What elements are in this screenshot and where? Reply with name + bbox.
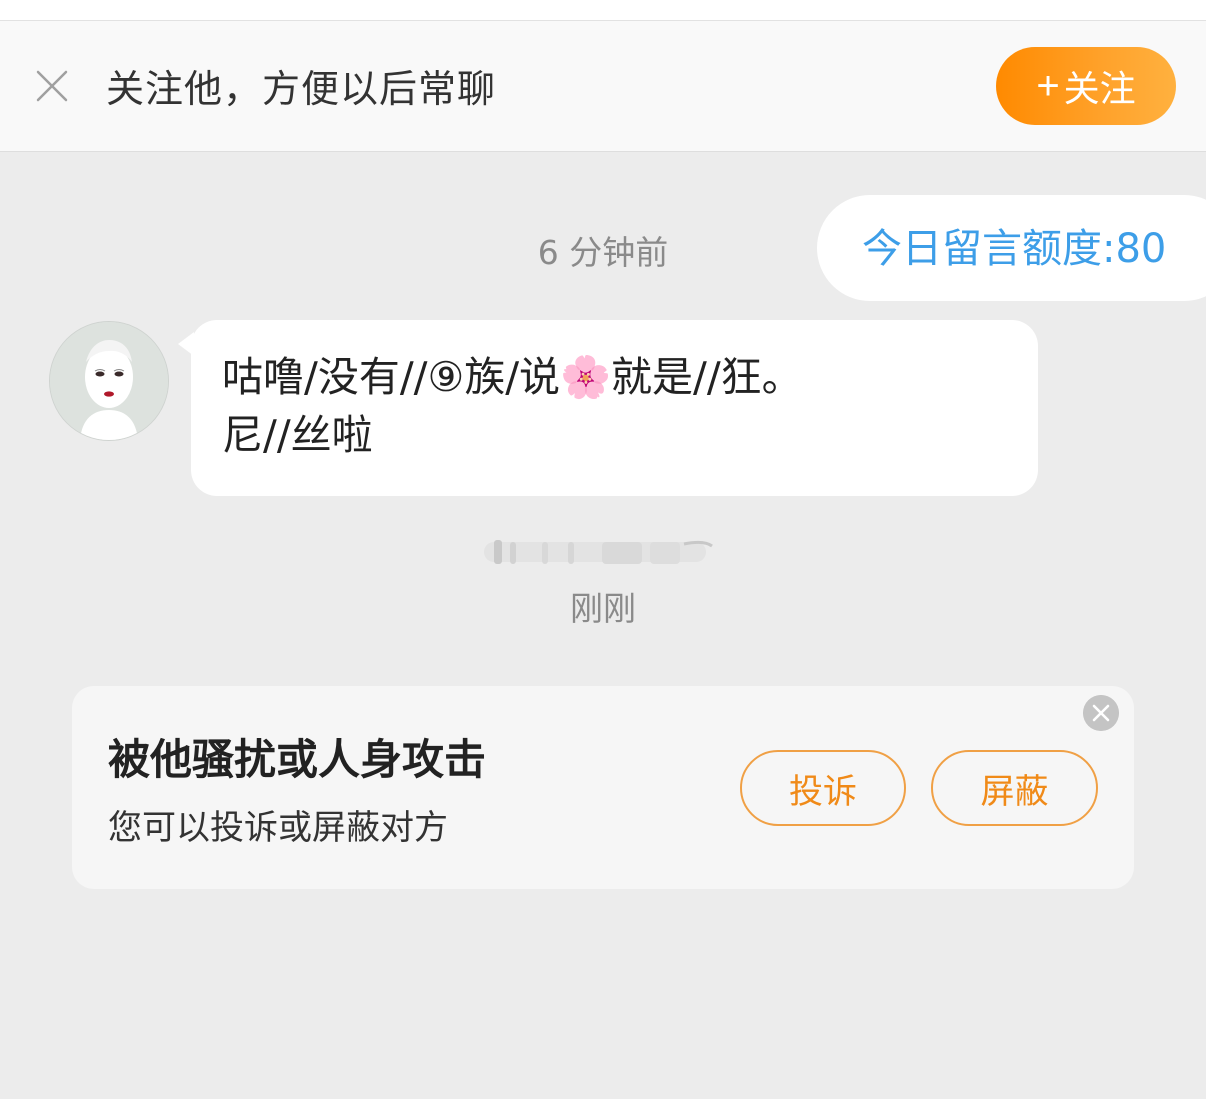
block-button[interactable]: 屏蔽 <box>931 750 1098 826</box>
message-line-1: 咕噜/没有//⑨族/说🌸就是//狂。 <box>222 353 803 401</box>
blurred-system-notice <box>484 540 713 564</box>
follow-button-label: 关注 <box>1063 68 1136 109</box>
avatar-portrait-image <box>50 322 168 440</box>
message-text: 咕噜/没有//⑨族/说🌸就是//狂。 尼//丝啦 <box>222 348 1002 464</box>
message-line-2: 尼//丝啦 <box>222 411 373 459</box>
report-card-subtitle: 您可以投诉或屏蔽对方 <box>108 808 448 848</box>
report-card-title: 被他骚扰或人身攻击 <box>108 735 487 784</box>
timestamp-first: 6 分钟前 <box>537 233 669 272</box>
follow-button[interactable]: + 关注 <box>996 47 1176 125</box>
report-button[interactable]: 投诉 <box>740 750 906 826</box>
plus-icon: + <box>1036 63 1060 108</box>
status-strip <box>0 0 1206 21</box>
timestamp-second: 刚刚 <box>570 589 636 628</box>
avatar[interactable] <box>49 321 169 441</box>
follow-prompt-text: 关注他，方便以后常聊 <box>106 67 497 111</box>
follow-prompt-bar: 关注他，方便以后常聊 + 关注 <box>0 21 1206 152</box>
circle-close-icon[interactable] <box>1083 695 1119 731</box>
close-icon[interactable] <box>34 68 70 104</box>
